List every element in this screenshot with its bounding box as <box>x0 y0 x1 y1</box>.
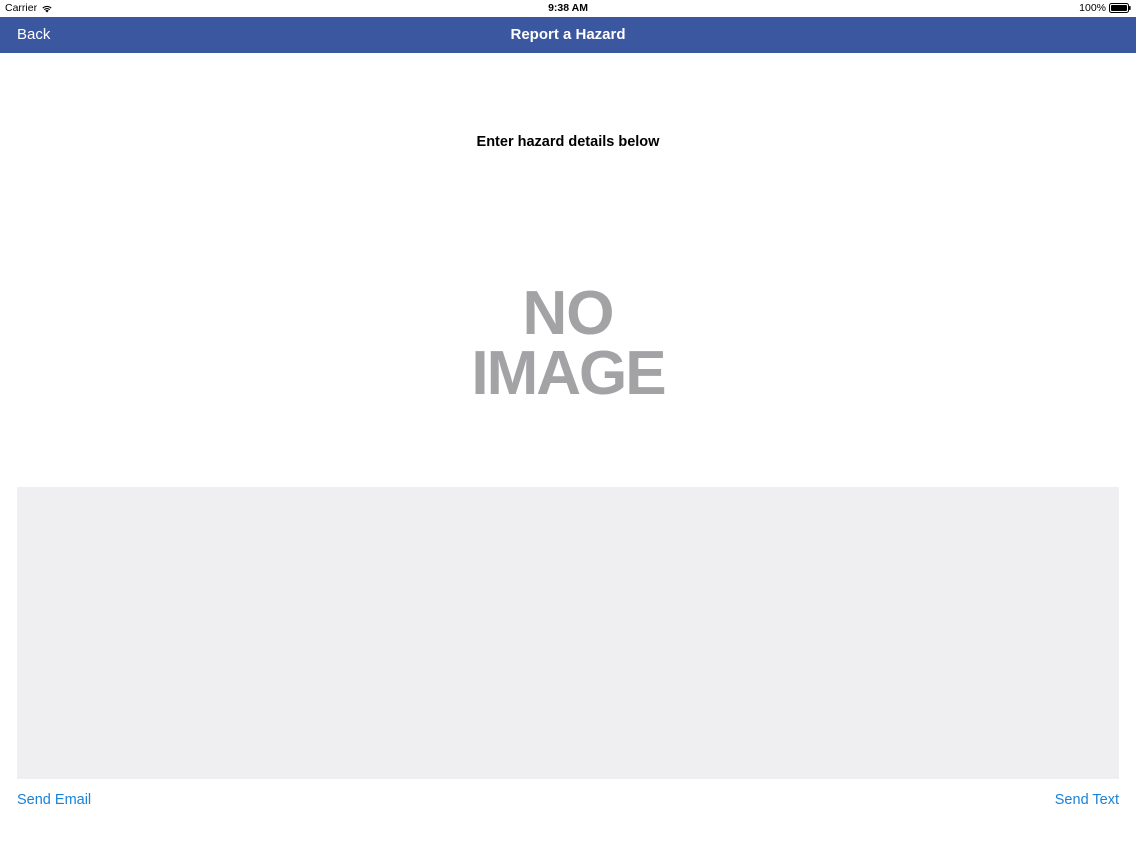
battery-percent: 100% <box>1079 2 1106 14</box>
hazard-photo-placeholder[interactable]: NO IMAGE <box>468 279 668 414</box>
hazard-details-field[interactable] <box>17 487 1119 779</box>
navigation-bar: Back Report a Hazard <box>0 17 1136 53</box>
report-hazard-screen: Carrier 9:38 AM 100% Back Report a Hazar… <box>0 0 1136 852</box>
status-bar: Carrier 9:38 AM 100% <box>0 0 1136 17</box>
no-image-line2: IMAGE <box>471 339 666 408</box>
send-email-button[interactable]: Send Email <box>17 792 91 808</box>
page-title: Report a Hazard <box>510 26 626 43</box>
details-prompt: Enter hazard details below <box>476 134 660 150</box>
status-right: 100% <box>1079 2 1131 14</box>
battery-icon <box>1109 3 1131 13</box>
no-image-line1: NO <box>522 279 615 348</box>
send-text-button[interactable]: Send Text <box>1055 792 1119 808</box>
status-time: 9:38 AM <box>548 2 588 14</box>
